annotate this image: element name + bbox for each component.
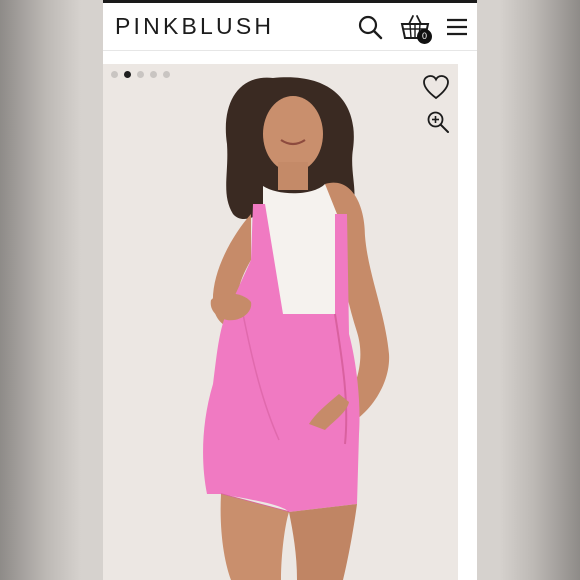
mobile-page: PINKBLUSH 0 [103, 0, 477, 580]
site-header: PINKBLUSH 0 [103, 0, 477, 51]
gallery-dot[interactable] [137, 71, 144, 78]
cart-count-badge[interactable]: 0 [417, 29, 432, 44]
product-image[interactable] [103, 64, 458, 580]
hamburger-menu-icon[interactable] [444, 14, 470, 40]
page-gutter [458, 64, 477, 580]
brand-logo[interactable]: PINKBLUSH [115, 13, 274, 40]
gallery-dot-active[interactable] [124, 71, 131, 78]
gallery-dot[interactable] [163, 71, 170, 78]
gallery-dot[interactable] [111, 71, 118, 78]
header-top-line [103, 0, 477, 3]
zoom-in-icon[interactable] [426, 110, 450, 134]
gallery-pagination [111, 71, 170, 78]
heart-outline-icon[interactable] [422, 74, 450, 100]
gallery-dot[interactable] [150, 71, 157, 78]
search-icon[interactable] [357, 14, 383, 40]
model-photo [103, 64, 458, 580]
